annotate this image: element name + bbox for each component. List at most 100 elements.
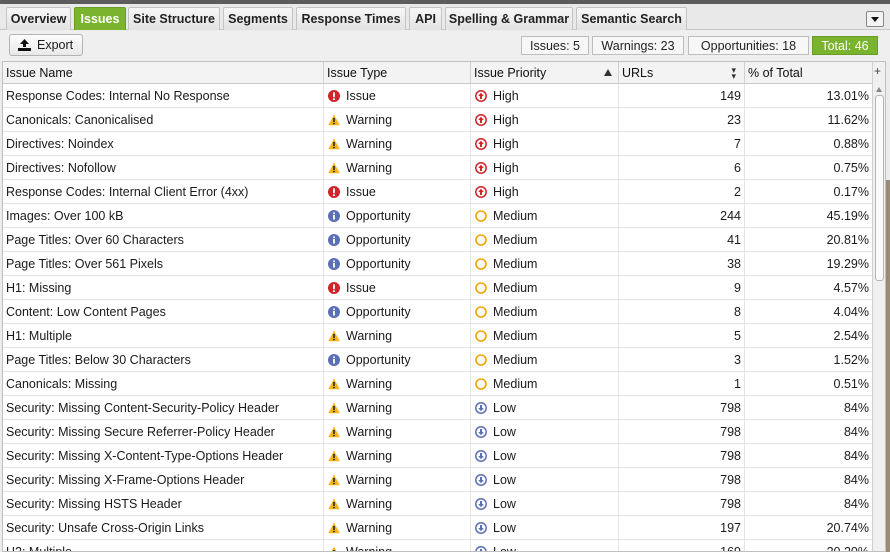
- table-row[interactable]: Page Titles: Below 30 Characters Opportun…: [3, 348, 873, 372]
- column-header-issue-type[interactable]: Issue Type: [324, 62, 471, 84]
- urls-cell: 149: [619, 84, 745, 107]
- circle-outline-icon: [474, 209, 493, 222]
- warning-triangle-icon: [327, 378, 346, 390]
- table-row[interactable]: H1: Missing Issue Medium 9 4.57%: [3, 276, 873, 300]
- table-row[interactable]: H1: Multiple Warning Medium 5 2.54%: [3, 324, 873, 348]
- sort-ascending-icon: [604, 69, 612, 76]
- urls-cell: 23: [619, 108, 745, 131]
- issue-type: Warning: [346, 496, 393, 511]
- pct-total-cell: 45.19%: [745, 204, 873, 227]
- urls-value: 798: [720, 448, 741, 463]
- issue-name-cell: Security: Missing X-Content-Type-Options…: [3, 444, 324, 467]
- pct-total-cell: 4.57%: [745, 276, 873, 299]
- issue-type-cell: Issue: [324, 84, 471, 107]
- scroll-up-icon[interactable]: [876, 87, 882, 92]
- urls-value: 41: [727, 232, 741, 247]
- add-column-icon[interactable]: +: [874, 65, 881, 77]
- sort-double-down-icon: ▾ ▾: [731, 65, 736, 81]
- table-row[interactable]: Canonicals: Canonicalised Warning High 23 11…: [3, 108, 873, 132]
- urls-value: 5: [734, 328, 741, 343]
- tab-site-structure[interactable]: Site Structure: [128, 7, 220, 30]
- table-row[interactable]: Images: Over 100 kB Opportunity Medium 244 4…: [3, 204, 873, 228]
- table-row[interactable]: Directives: Nofollow Warning High 6 0.75%: [3, 156, 873, 180]
- tab-overflow-dropdown[interactable]: [866, 11, 884, 27]
- table-row[interactable]: Canonicals: Missing Warning Medium 1 0.51%: [3, 372, 873, 396]
- table-row[interactable]: Response Codes: Internal No Response Issu…: [3, 84, 873, 108]
- column-header-issue-name[interactable]: Issue Name: [3, 62, 324, 84]
- issues-table: Issue Name Issue Type Issue Priority URL…: [2, 61, 886, 552]
- column-header-issue-priority[interactable]: Issue Priority: [471, 62, 619, 84]
- issue-priority-cell: High: [471, 156, 619, 179]
- issue-type-cell: Issue: [324, 180, 471, 203]
- total-count-filter[interactable]: Total: 46: [812, 36, 878, 55]
- table-row[interactable]: Content: Low Content Pages Opportunity Med…: [3, 300, 873, 324]
- issue-name: Security: Missing X-Content-Type-Options…: [6, 448, 284, 463]
- table-row[interactable]: Directives: Noindex Warning High 7 0.88%: [3, 132, 873, 156]
- arrow-down-circle-icon: [474, 473, 493, 486]
- pct-total-value: 84%: [843, 400, 869, 415]
- table-row[interactable]: Security: Missing X-Content-Type-Options…: [3, 444, 873, 468]
- urls-cell: 3: [619, 348, 745, 371]
- issue-name-cell: Directives: Noindex: [3, 132, 324, 155]
- table-row[interactable]: Security: Unsafe Cross-Origin Links Warni…: [3, 516, 873, 540]
- arrow-up-circle-icon: [474, 89, 493, 102]
- table-row[interactable]: Page Titles: Over 60 Characters Opportuni…: [3, 228, 873, 252]
- issue-type-cell: Warning: [324, 324, 471, 347]
- tab-api[interactable]: API: [409, 7, 442, 30]
- issue-priority: High: [493, 136, 519, 151]
- export-label: Export: [37, 38, 74, 52]
- pct-total-cell: 84%: [745, 444, 873, 467]
- issue-priority: Medium: [493, 304, 538, 319]
- table-row[interactable]: Security: Missing Content-Security-Polic…: [3, 396, 873, 420]
- urls-value: 8: [734, 304, 741, 319]
- urls-cell: 244: [619, 204, 745, 227]
- issue-name: Page Titles: Below 30 Characters: [6, 352, 191, 367]
- issue-name: Content: Low Content Pages: [6, 304, 166, 319]
- table-row[interactable]: Security: Missing HSTS Header Warning Low 7…: [3, 492, 873, 516]
- upload-icon: [18, 39, 31, 51]
- issue-type-cell: Warning: [324, 396, 471, 419]
- issue-type-cell: Warning: [324, 540, 471, 551]
- tab-semantic-search[interactable]: Semantic Search: [576, 7, 687, 30]
- tab-issues[interactable]: Issues: [74, 7, 126, 30]
- urls-value: 23: [727, 112, 741, 127]
- issue-priority-cell: Medium: [471, 348, 619, 371]
- column-header-urls[interactable]: URLs ▾ ▾: [619, 62, 745, 84]
- issue-priority: Medium: [493, 376, 538, 391]
- table-row[interactable]: Page Titles: Over 561 Pixels Opportunity M…: [3, 252, 873, 276]
- table-row[interactable]: Security: Missing X-Frame-Options Header…: [3, 468, 873, 492]
- pct-total-value: 0.88%: [833, 136, 869, 151]
- circle-outline-icon: [474, 377, 493, 390]
- export-button[interactable]: Export: [9, 34, 83, 56]
- table-row[interactable]: H2: Multiple Warning Low 169 20.20%: [3, 540, 873, 552]
- scrollbar-thumb[interactable]: [875, 95, 884, 281]
- tab-segments[interactable]: Segments: [223, 7, 293, 30]
- issue-priority: Medium: [493, 280, 538, 295]
- table-row[interactable]: Security: Missing Secure Referrer-Policy…: [3, 420, 873, 444]
- info-circle-icon: [327, 257, 346, 270]
- issues-count-filter[interactable]: Issues: 5: [521, 36, 589, 55]
- table-body: Response Codes: Internal No Response Issu…: [3, 84, 873, 552]
- warning-triangle-icon: [327, 162, 346, 174]
- circle-outline-icon: [474, 257, 493, 270]
- table-row[interactable]: Response Codes: Internal Client Error (4…: [3, 180, 873, 204]
- urls-cell: 798: [619, 492, 745, 515]
- urls-cell: 41: [619, 228, 745, 251]
- urls-cell: 7: [619, 132, 745, 155]
- issue-priority: Low: [493, 472, 516, 487]
- issue-name-cell: Security: Missing Content-Security-Polic…: [3, 396, 324, 419]
- urls-value: 149: [720, 88, 741, 103]
- tab-overview[interactable]: Overview: [6, 7, 71, 30]
- issue-type: Issue: [346, 184, 376, 199]
- opportunities-count-filter[interactable]: Opportunities: 18: [688, 36, 809, 55]
- tab-spelling-grammar[interactable]: Spelling & Grammar: [445, 7, 573, 30]
- issue-priority-cell: Low: [471, 540, 619, 551]
- warnings-count-filter[interactable]: Warnings: 23: [592, 36, 684, 55]
- urls-value: 169: [720, 544, 741, 552]
- tab-response-times[interactable]: Response Times: [296, 7, 406, 30]
- vertical-scrollbar[interactable]: +: [872, 62, 885, 551]
- column-header-pct-total[interactable]: % of Total: [745, 62, 873, 84]
- issue-priority: High: [493, 112, 519, 127]
- pct-total-value: 19.29%: [826, 256, 869, 271]
- pct-total-cell: 2.54%: [745, 324, 873, 347]
